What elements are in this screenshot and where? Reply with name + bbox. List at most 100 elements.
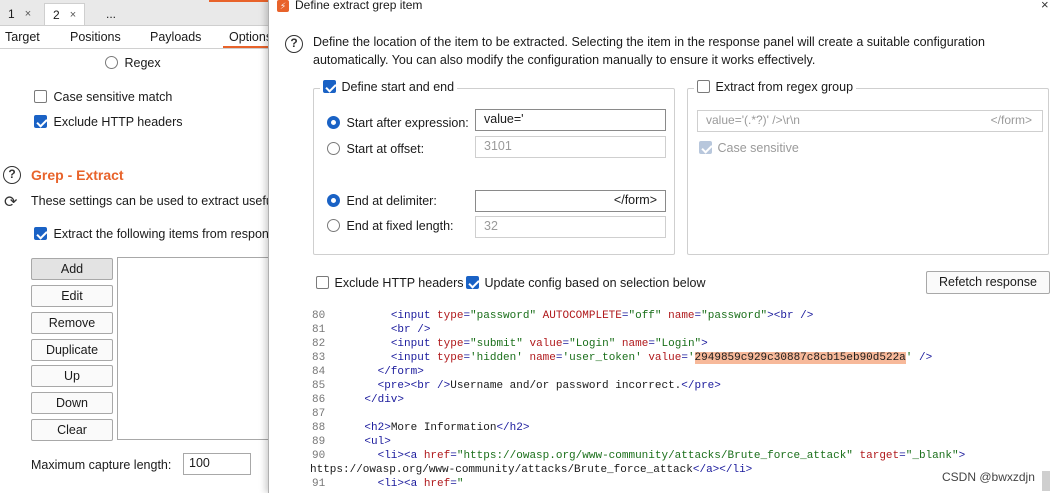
code-token: ><br />: [767, 310, 814, 322]
exclude-headers-option[interactable]: Exclude HTTP headers: [34, 115, 182, 129]
dialog-exclude-headers-checkbox[interactable]: [316, 276, 329, 289]
code-token: <li><a: [377, 450, 424, 462]
end-fixed-option[interactable]: End at fixed length:: [327, 219, 454, 233]
code-line: 81 <br />: [310, 324, 430, 338]
line-number: 86: [312, 394, 326, 406]
define-start-end-checkbox[interactable]: [323, 80, 336, 93]
code-line: https://owasp.org/www-community/attacks/…: [310, 464, 752, 478]
extract-items-label: Extract the following items from respons…: [53, 227, 270, 241]
tab-payloads[interactable]: Payloads: [150, 30, 201, 44]
start-after-input[interactable]: value=': [475, 109, 666, 131]
remove-button[interactable]: Remove: [31, 312, 113, 334]
csdn-watermark: CSDN @bwxzdjn: [942, 470, 1035, 484]
response-panel[interactable]: 80 <input type="password" AUTOCOMPLETE="…: [310, 302, 1052, 493]
edit-button[interactable]: Edit: [31, 285, 113, 307]
code-token: type: [437, 338, 464, 350]
extract-regex-checkbox[interactable]: [697, 80, 710, 93]
help-icon[interactable]: ?: [3, 166, 21, 184]
scrollbar-thumb[interactable]: [1042, 471, 1050, 491]
line-number: 80: [312, 310, 326, 322]
code-token: =: [648, 338, 655, 350]
code-token: "_blank": [905, 450, 959, 462]
max-capture-input[interactable]: 100: [183, 453, 251, 475]
case-sensitive-checkbox[interactable]: [34, 90, 47, 103]
grep-extract-title: Grep - Extract: [31, 167, 124, 183]
code-token: href: [423, 450, 451, 462]
start-after-radio[interactable]: [327, 116, 340, 129]
code-line: 88 <h2>More Information</h2>: [310, 422, 529, 436]
start-offset-input[interactable]: 3101: [475, 136, 666, 158]
code-token: =: [450, 450, 457, 462]
window-tab-more[interactable]: ...: [98, 3, 124, 25]
up-button[interactable]: Up: [31, 365, 113, 387]
down-button[interactable]: Down: [31, 392, 113, 414]
code-line: 82 <input type="submit" value="Login" na…: [310, 338, 708, 352]
update-config-checkbox[interactable]: [466, 276, 479, 289]
refetch-response-button[interactable]: Refetch response: [926, 271, 1050, 294]
code-token: value: [648, 352, 682, 364]
case-sensitive-option[interactable]: Case sensitive match: [34, 90, 172, 104]
end-fixed-input[interactable]: 32: [475, 216, 666, 238]
regex-case-sensitive-option[interactable]: Case sensitive: [699, 141, 799, 155]
start-offset-option[interactable]: Start at offset:: [327, 142, 424, 156]
line-number: 88: [312, 422, 326, 434]
tab-target[interactable]: Target: [5, 30, 40, 44]
code-token: </form>: [377, 366, 424, 378]
code-token: </div>: [364, 394, 405, 406]
refresh-icon[interactable]: ⟳: [4, 192, 17, 212]
line-number: 91: [312, 478, 326, 490]
line-number: 90: [312, 450, 326, 462]
window-tab-1[interactable]: 1 ×: [0, 3, 39, 25]
duplicate-button[interactable]: Duplicate: [31, 339, 113, 361]
clear-button[interactable]: Clear: [31, 419, 113, 441]
dialog-exclude-headers-option[interactable]: Exclude HTTP headers: [316, 276, 463, 290]
extract-items-checkbox[interactable]: [34, 227, 47, 240]
regex-option[interactable]: Regex: [105, 56, 161, 70]
help-icon[interactable]: ?: [285, 35, 303, 53]
code-token: =: [450, 478, 457, 490]
window-tab-1-label: 1: [8, 7, 15, 21]
extract-items-list[interactable]: [117, 257, 270, 440]
close-icon[interactable]: ×: [1041, 0, 1049, 12]
end-delimiter-radio[interactable]: [327, 194, 340, 207]
regex-input[interactable]: value='(.*?)' />\r\n </form>: [697, 110, 1043, 132]
add-button[interactable]: Add: [31, 258, 113, 280]
max-capture-label: Maximum capture length:: [31, 458, 172, 472]
regex-radio[interactable]: [105, 56, 118, 69]
extract-regex-option[interactable]: Extract from regex group: [694, 80, 857, 94]
start-after-label: Start after expression:: [346, 116, 469, 130]
line-number: 83: [312, 352, 326, 364]
regex-case-sensitive-checkbox[interactable]: [699, 141, 712, 154]
code-token: =: [681, 352, 688, 364]
tab-positions[interactable]: Positions: [70, 30, 121, 44]
code-token: type: [437, 310, 464, 322]
end-delimiter-option[interactable]: End at delimiter:: [327, 194, 437, 208]
close-icon[interactable]: ×: [70, 9, 76, 21]
end-fixed-label: End at fixed length:: [346, 219, 454, 233]
code-token: 'hidden': [470, 352, 523, 364]
close-icon[interactable]: ×: [25, 8, 31, 20]
define-start-end-option[interactable]: Define start and end: [320, 80, 458, 94]
end-fixed-radio[interactable]: [327, 219, 340, 232]
end-delimiter-input[interactable]: </form>: [475, 190, 666, 212]
code-token: <br />: [390, 324, 431, 336]
code-token: =: [899, 450, 906, 462]
start-after-option[interactable]: Start after expression:: [327, 116, 469, 130]
start-offset-radio[interactable]: [327, 142, 340, 155]
code-token: "https://owasp.org/www-community/attacks…: [456, 450, 853, 462]
tab-options[interactable]: Options: [222, 30, 293, 48]
window-tab-2[interactable]: 2 ×: [44, 3, 86, 25]
grep-extract-description: These settings can be used to extract us…: [31, 194, 270, 208]
extract-items-option[interactable]: Extract the following items from respons…: [34, 227, 270, 241]
exclude-headers-checkbox[interactable]: [34, 115, 47, 128]
code-line: 83 <input type='hidden' name='user_token…: [310, 352, 932, 366]
update-config-option[interactable]: Update config based on selection below: [466, 276, 705, 290]
window-tab-2-label: 2: [53, 7, 60, 22]
